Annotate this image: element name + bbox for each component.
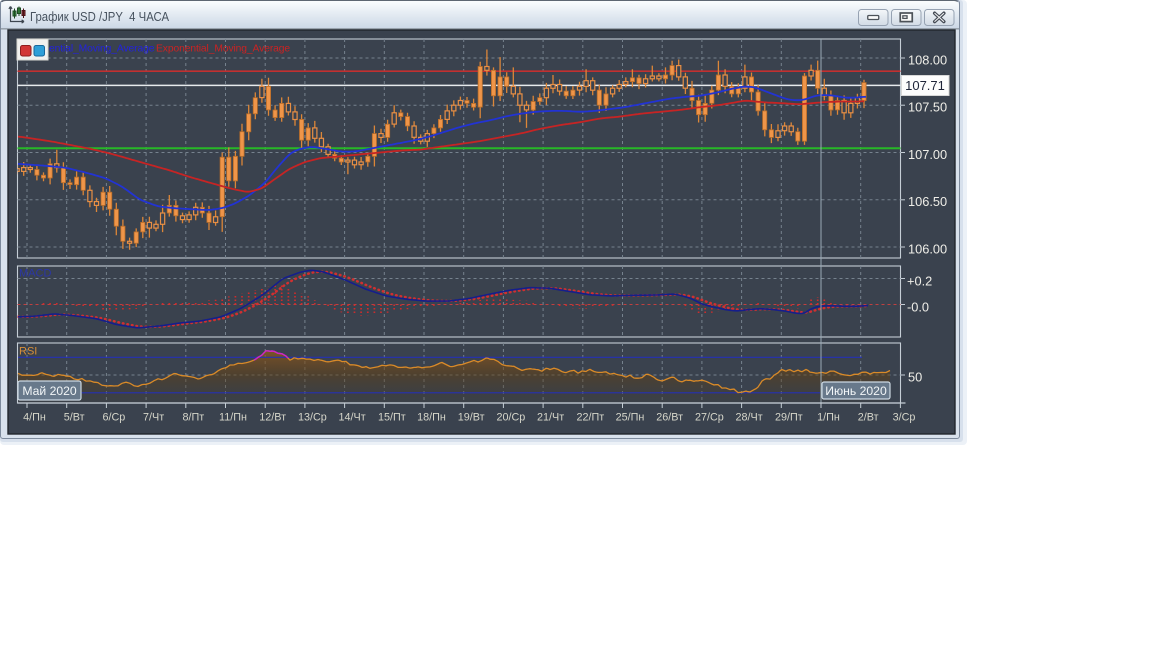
- svg-text:19/Вт: 19/Вт: [458, 412, 485, 424]
- svg-text:107.00: 107.00: [908, 147, 947, 162]
- svg-text:13/Ср: 13/Ср: [298, 412, 327, 424]
- svg-text:4/Пн: 4/Пн: [23, 412, 46, 424]
- svg-text:График USD /JPY 4 ЧАСА: График USD /JPY 4 ЧАСА: [30, 9, 169, 24]
- svg-text:12/Вт: 12/Вт: [259, 412, 286, 424]
- svg-text:27/Ср: 27/Ср: [695, 412, 724, 424]
- svg-text:50: 50: [908, 369, 922, 384]
- svg-text:1/Пн: 1/Пн: [817, 412, 840, 424]
- svg-text:7/Чт: 7/Чт: [143, 412, 164, 424]
- svg-text:5/Вт: 5/Вт: [64, 412, 85, 424]
- svg-text:Май 2020: Май 2020: [22, 384, 77, 398]
- svg-text:14/Чт: 14/Чт: [339, 412, 366, 424]
- svg-text:108.00: 108.00: [908, 52, 947, 67]
- svg-text:8/Пт: 8/Пт: [182, 412, 204, 424]
- svg-text:107.50: 107.50: [908, 100, 947, 115]
- svg-text:26/Вт: 26/Вт: [656, 412, 683, 424]
- svg-text:3/Ср: 3/Ср: [893, 412, 916, 424]
- svg-text:21/Чт: 21/Чт: [537, 412, 564, 424]
- svg-text:Июнь 2020: Июнь 2020: [825, 384, 887, 398]
- svg-text:Exponential_Moving_Average: Exponential_Moving_Average: [156, 43, 290, 54]
- svg-text:6/Ср: 6/Ср: [102, 412, 125, 424]
- svg-text:RSI: RSI: [19, 346, 37, 358]
- svg-text:-0.0: -0.0: [907, 299, 929, 314]
- svg-text:20/Ср: 20/Ср: [496, 412, 525, 424]
- svg-text:29/Пт: 29/Пт: [775, 412, 803, 424]
- svg-text:+0.2: +0.2: [907, 273, 932, 288]
- svg-text:2/Вт: 2/Вт: [858, 412, 879, 424]
- svg-text:107.71: 107.71: [905, 78, 945, 93]
- svg-text:18/Пн: 18/Пн: [417, 412, 446, 424]
- svg-text:106.00: 106.00: [908, 241, 947, 256]
- svg-text:106.50: 106.50: [908, 194, 947, 209]
- svg-text:MACD: MACD: [19, 268, 51, 280]
- svg-text:15/Пт: 15/Пт: [378, 412, 406, 424]
- svg-text:11/Пн: 11/Пн: [219, 412, 247, 424]
- svg-text:25/Пн: 25/Пн: [616, 412, 645, 424]
- svg-text:22/Пт: 22/Пт: [576, 412, 604, 424]
- svg-text:ential_Moving_Average: ential_Moving_Average: [49, 43, 155, 54]
- svg-text:28/Чт: 28/Чт: [736, 412, 763, 424]
